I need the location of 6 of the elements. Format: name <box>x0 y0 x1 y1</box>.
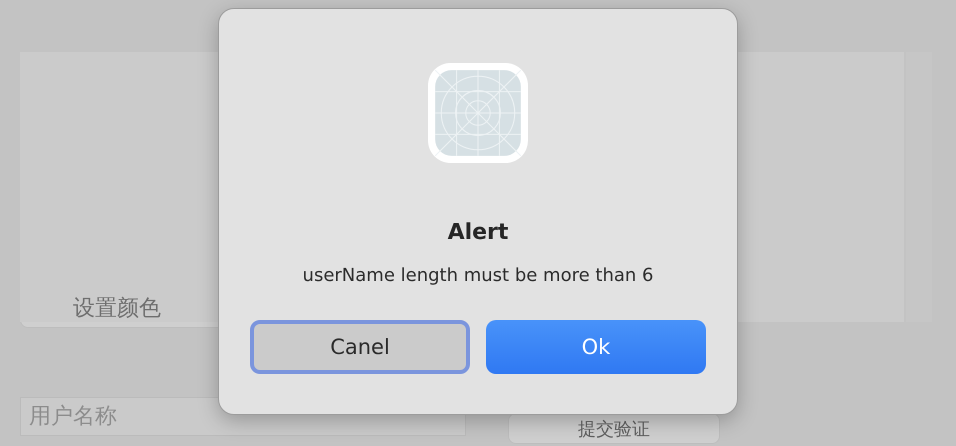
cancel-button[interactable]: Canel <box>250 320 470 374</box>
alert-title: Alert <box>448 220 508 245</box>
alert-message: userName length must be more than 6 <box>302 265 654 286</box>
app-icon <box>427 62 529 164</box>
ok-button[interactable]: Ok <box>486 320 706 374</box>
submit-button[interactable]: 提交验证 <box>508 413 720 444</box>
